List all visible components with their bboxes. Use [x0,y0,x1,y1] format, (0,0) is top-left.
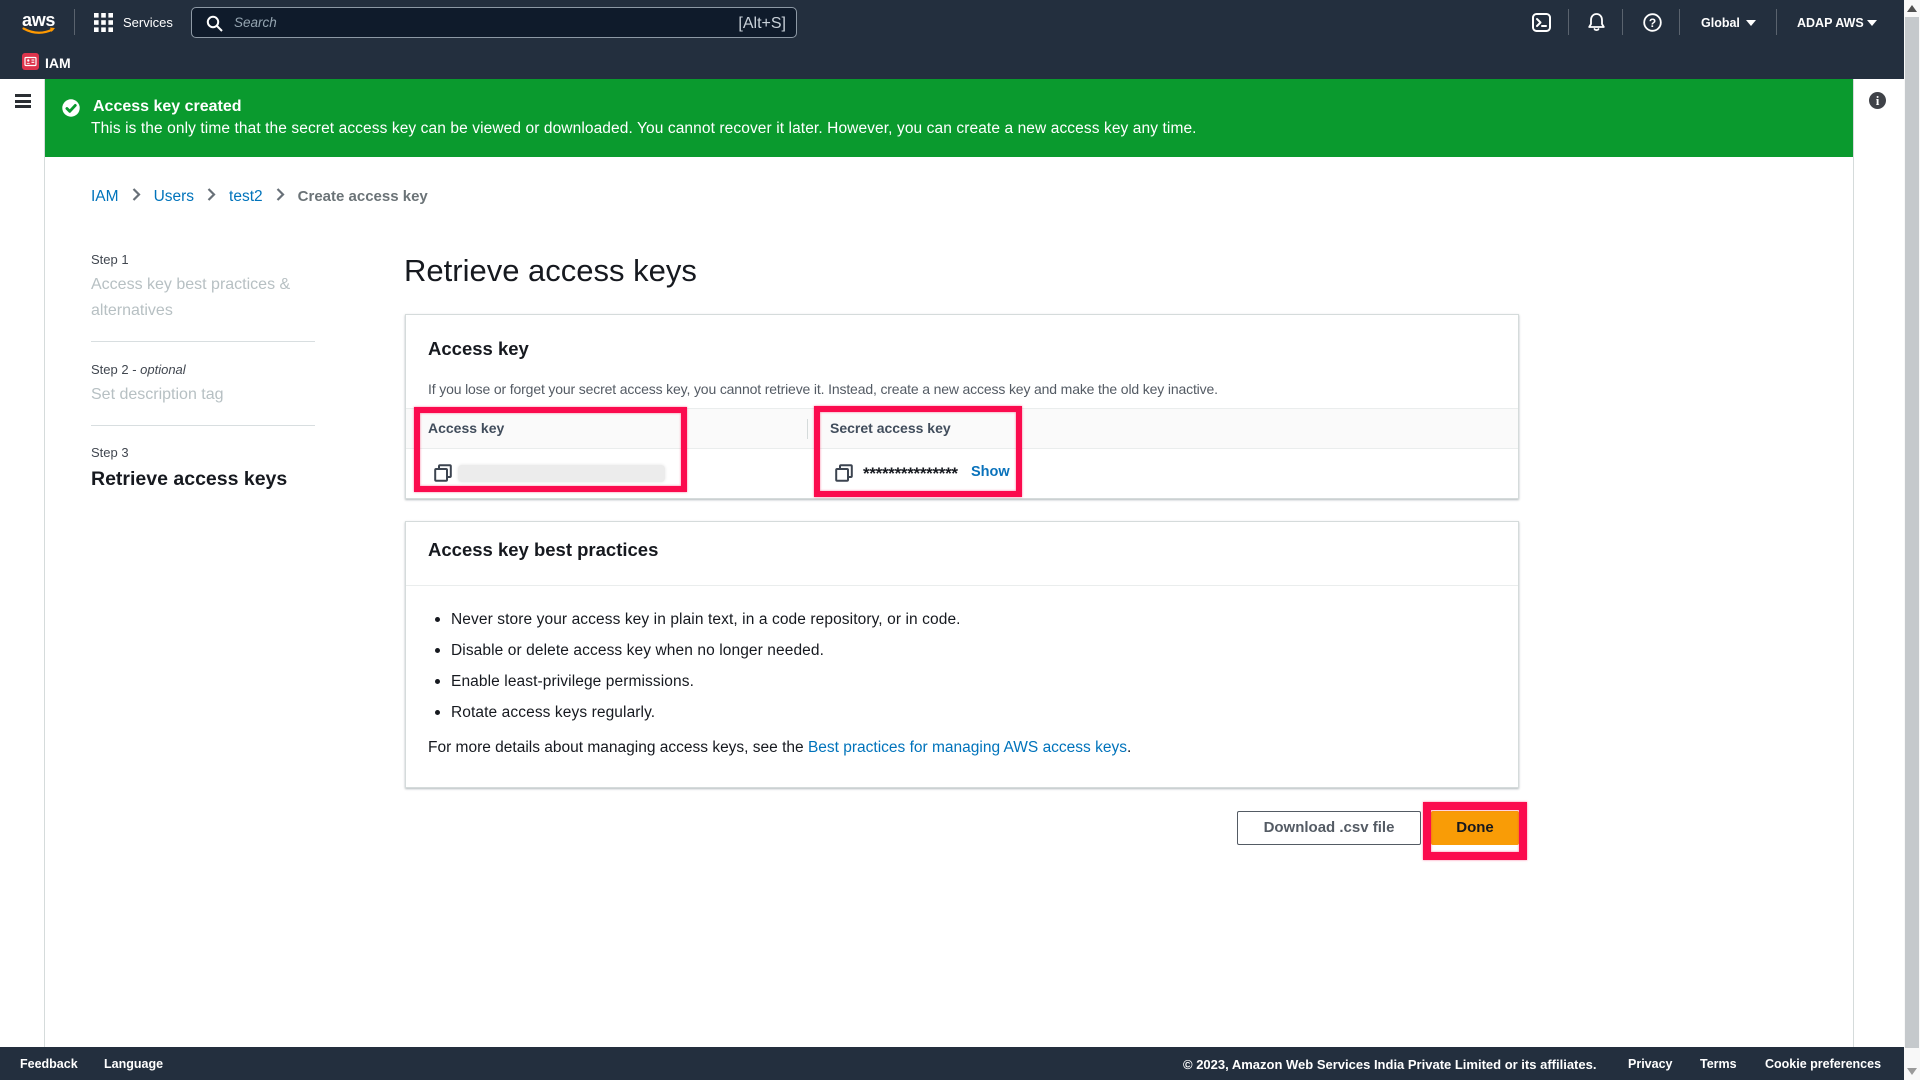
svg-text:aws: aws [22,10,55,30]
svg-text:?: ? [1649,16,1656,30]
